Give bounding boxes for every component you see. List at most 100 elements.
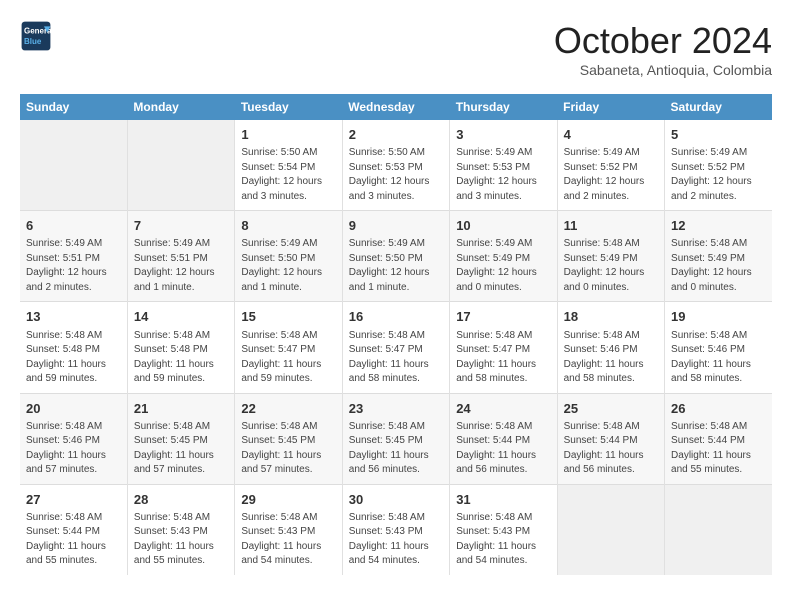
calendar-cell: 10 Sunrise: 5:49 AM Sunset: 5:49 PM Dayli… [450, 211, 557, 302]
day-info: Sunrise: 5:48 AM Sunset: 5:44 PM Dayligh… [456, 420, 550, 478]
day-number: 17 [456, 308, 550, 326]
day-number: 10 [456, 217, 550, 235]
day-info: Sunrise: 5:48 AM Sunset: 5:43 PM Dayligh… [349, 511, 443, 569]
calendar-cell: 1 Sunrise: 5:50 AM Sunset: 5:54 PM Daylig… [235, 120, 342, 211]
calendar-cell: 31 Sunrise: 5:48 AM Sunset: 5:43 PM Dayli… [450, 484, 557, 575]
day-info: Sunrise: 5:48 AM Sunset: 5:44 PM Dayligh… [564, 420, 658, 478]
day-info: Sunrise: 5:49 AM Sunset: 5:50 PM Dayligh… [241, 237, 335, 295]
calendar-week-row: 27 Sunrise: 5:48 AM Sunset: 5:44 PM Dayli… [20, 484, 772, 575]
day-number: 29 [241, 491, 335, 509]
day-info: Sunrise: 5:48 AM Sunset: 5:43 PM Dayligh… [456, 511, 550, 569]
calendar-cell: 17 Sunrise: 5:48 AM Sunset: 5:47 PM Dayli… [450, 302, 557, 393]
day-number: 5 [671, 126, 766, 144]
logo: General Blue [20, 20, 52, 52]
day-info: Sunrise: 5:48 AM Sunset: 5:43 PM Dayligh… [241, 511, 335, 569]
day-number: 31 [456, 491, 550, 509]
day-number: 20 [26, 400, 121, 418]
day-info: Sunrise: 5:49 AM Sunset: 5:53 PM Dayligh… [456, 146, 550, 204]
location: Sabaneta, Antioquia, Colombia [554, 62, 772, 78]
day-number: 6 [26, 217, 121, 235]
month-title: October 2024 [554, 20, 772, 62]
day-info: Sunrise: 5:48 AM Sunset: 5:45 PM Dayligh… [349, 420, 443, 478]
calendar-cell: 22 Sunrise: 5:48 AM Sunset: 5:45 PM Dayli… [235, 393, 342, 484]
calendar-cell: 3 Sunrise: 5:49 AM Sunset: 5:53 PM Daylig… [450, 120, 557, 211]
day-number: 16 [349, 308, 443, 326]
calendar-cell: 24Sunrise: 5:48 AM Sunset: 5:44 PM Dayli… [450, 393, 557, 484]
calendar-cell: 21 Sunrise: 5:48 AM Sunset: 5:45 PM Dayli… [127, 393, 234, 484]
calendar-cell: 23 Sunrise: 5:48 AM Sunset: 5:45 PM Dayli… [342, 393, 449, 484]
calendar-cell: 18 Sunrise: 5:48 AM Sunset: 5:46 PM Dayli… [557, 302, 664, 393]
calendar-cell: 5 Sunrise: 5:49 AM Sunset: 5:52 PM Daylig… [665, 120, 772, 211]
calendar-cell: 12Sunrise: 5:48 AM Sunset: 5:49 PM Dayli… [665, 211, 772, 302]
day-number: 3 [456, 126, 550, 144]
calendar-cell: 25 Sunrise: 5:48 AM Sunset: 5:44 PM Dayli… [557, 393, 664, 484]
day-info: Sunrise: 5:49 AM Sunset: 5:49 PM Dayligh… [456, 237, 550, 295]
page-header: General Blue October 2024 Sabaneta, Anti… [20, 20, 772, 78]
calendar-table: SundayMondayTuesdayWednesdayThursdayFrid… [20, 94, 772, 575]
calendar-cell: 14 Sunrise: 5:48 AM Sunset: 5:48 PM Dayli… [127, 302, 234, 393]
day-info: Sunrise: 5:48 AM Sunset: 5:48 PM Dayligh… [134, 329, 228, 387]
day-info: Sunrise: 5:49 AM Sunset: 5:52 PM Dayligh… [671, 146, 766, 204]
calendar-cell: 20Sunrise: 5:48 AM Sunset: 5:46 PM Dayli… [20, 393, 127, 484]
day-number: 15 [241, 308, 335, 326]
title-block: October 2024 Sabaneta, Antioquia, Colomb… [554, 20, 772, 78]
day-number: 2 [349, 126, 443, 144]
weekday-header: Wednesday [342, 94, 449, 120]
calendar-cell: 7Sunrise: 5:49 AM Sunset: 5:51 PM Daylig… [127, 211, 234, 302]
calendar-cell: 11 Sunrise: 5:48 AM Sunset: 5:49 PM Dayli… [557, 211, 664, 302]
day-info: Sunrise: 5:48 AM Sunset: 5:43 PM Dayligh… [134, 511, 228, 569]
day-number: 26 [671, 400, 766, 418]
day-info: Sunrise: 5:48 AM Sunset: 5:48 PM Dayligh… [26, 329, 121, 387]
day-info: Sunrise: 5:48 AM Sunset: 5:47 PM Dayligh… [349, 329, 443, 387]
calendar-week-row: 6Sunrise: 5:49 AM Sunset: 5:51 PM Daylig… [20, 211, 772, 302]
day-number: 14 [134, 308, 228, 326]
calendar-cell: 6Sunrise: 5:49 AM Sunset: 5:51 PM Daylig… [20, 211, 127, 302]
day-number: 8 [241, 217, 335, 235]
day-info: Sunrise: 5:49 AM Sunset: 5:52 PM Dayligh… [564, 146, 658, 204]
day-info: Sunrise: 5:48 AM Sunset: 5:49 PM Dayligh… [564, 237, 658, 295]
svg-text:Blue: Blue [24, 37, 42, 46]
calendar-cell [557, 484, 664, 575]
calendar-cell: 26Sunrise: 5:48 AM Sunset: 5:44 PM Dayli… [665, 393, 772, 484]
calendar-cell [20, 120, 127, 211]
day-number: 25 [564, 400, 658, 418]
day-info: Sunrise: 5:48 AM Sunset: 5:45 PM Dayligh… [241, 420, 335, 478]
logo-icon: General Blue [20, 20, 52, 52]
day-info: Sunrise: 5:48 AM Sunset: 5:45 PM Dayligh… [134, 420, 228, 478]
calendar-cell: 15 Sunrise: 5:48 AM Sunset: 5:47 PM Dayli… [235, 302, 342, 393]
calendar-week-row: 1 Sunrise: 5:50 AM Sunset: 5:54 PM Daylig… [20, 120, 772, 211]
day-number: 30 [349, 491, 443, 509]
weekday-header: Friday [557, 94, 664, 120]
day-number: 9 [349, 217, 443, 235]
calendar-cell: 4 Sunrise: 5:49 AM Sunset: 5:52 PM Daylig… [557, 120, 664, 211]
day-number: 21 [134, 400, 228, 418]
day-number: 11 [564, 217, 658, 235]
weekday-header: Saturday [665, 94, 772, 120]
day-info: Sunrise: 5:48 AM Sunset: 5:47 PM Dayligh… [456, 329, 550, 387]
day-number: 4 [564, 126, 658, 144]
day-info: Sunrise: 5:49 AM Sunset: 5:50 PM Dayligh… [349, 237, 443, 295]
day-number: 27 [26, 491, 121, 509]
calendar-cell: 2Sunrise: 5:50 AM Sunset: 5:53 PM Daylig… [342, 120, 449, 211]
calendar-cell: 13Sunrise: 5:48 AM Sunset: 5:48 PM Dayli… [20, 302, 127, 393]
calendar-cell: 29 Sunrise: 5:48 AM Sunset: 5:43 PM Dayli… [235, 484, 342, 575]
day-info: Sunrise: 5:50 AM Sunset: 5:54 PM Dayligh… [241, 146, 335, 204]
day-number: 1 [241, 126, 335, 144]
day-info: Sunrise: 5:48 AM Sunset: 5:47 PM Dayligh… [241, 329, 335, 387]
weekday-header: Monday [127, 94, 234, 120]
calendar-header-row: SundayMondayTuesdayWednesdayThursdayFrid… [20, 94, 772, 120]
calendar-week-row: 20Sunrise: 5:48 AM Sunset: 5:46 PM Dayli… [20, 393, 772, 484]
calendar-cell: 16 Sunrise: 5:48 AM Sunset: 5:47 PM Dayli… [342, 302, 449, 393]
day-info: Sunrise: 5:48 AM Sunset: 5:46 PM Dayligh… [564, 329, 658, 387]
day-number: 22 [241, 400, 335, 418]
day-info: Sunrise: 5:48 AM Sunset: 5:46 PM Dayligh… [671, 329, 766, 387]
calendar-cell: 30 Sunrise: 5:48 AM Sunset: 5:43 PM Dayli… [342, 484, 449, 575]
day-info: Sunrise: 5:48 AM Sunset: 5:44 PM Dayligh… [26, 511, 121, 569]
day-number: 7 [134, 217, 228, 235]
day-number: 12 [671, 217, 766, 235]
day-number: 18 [564, 308, 658, 326]
day-number: 23 [349, 400, 443, 418]
day-number: 28 [134, 491, 228, 509]
calendar-week-row: 13Sunrise: 5:48 AM Sunset: 5:48 PM Dayli… [20, 302, 772, 393]
weekday-header: Tuesday [235, 94, 342, 120]
